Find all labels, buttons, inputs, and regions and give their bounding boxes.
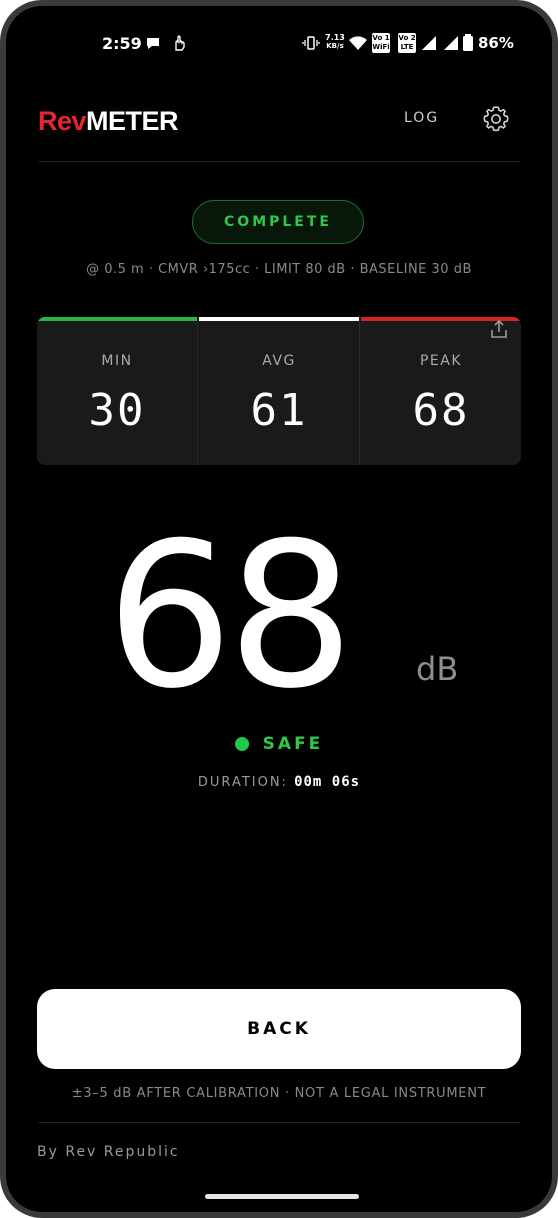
chat-bubble-icon [147,38,159,49]
volte1-top: Vo 1 [372,34,390,42]
battery-icon [463,34,473,51]
vibrate-icon [302,36,320,50]
duration-value: 00m 06s [294,774,361,790]
volte1-bottom: WiFi [372,43,390,51]
log-button[interactable]: LOG [404,110,439,126]
stat-avg-bar [199,317,359,321]
footer-divider [38,1122,520,1123]
current-level-unit: dB [416,650,459,688]
app-logo: RevMETER [38,106,179,137]
disclaimer-text: ±3–5 dB AFTER CALIBRATION · NOT A LEGAL … [71,1086,487,1101]
stats-panel: MIN 30 AVG 61 PEAK 68 [37,317,521,465]
status-dot-icon [234,737,249,751]
stat-min-label: MIN [101,353,133,369]
gear-icon[interactable] [482,105,510,133]
stat-peak-label: PEAK [419,353,463,369]
measurement-params: @ 0.5 m · CMVR ›175cc · LIMIT 80 dB · BA… [86,262,472,277]
credit-text: By Rev Republic [37,1144,180,1160]
status-bar: 2:59 7.13 KB/s Vo 1 WiFi Vo 2 LTE 86% [6,6,552,82]
stat-peak-value: 68 [412,385,470,436]
volte2-top: Vo 2 [398,34,416,42]
header-divider [38,161,520,162]
stat-avg-value: 61 [250,385,308,436]
current-level-value: 68 [106,500,355,733]
back-button[interactable]: BACK [37,989,521,1069]
gesture-hand-icon [175,35,185,51]
logo-meter: METER [86,106,179,136]
volte1-badge: Vo 1 WiFi [372,33,390,53]
duration: DURATION: 00m 06s [6,774,552,790]
stat-separator [197,323,198,465]
app-screen: 2:59 7.13 KB/s Vo 1 WiFi Vo 2 LTE 86% Re… [6,6,552,1212]
safety-status-label: SAFE [262,734,324,754]
safety-status: SAFE [6,734,552,754]
battery-percent: 86% [478,34,514,52]
signal-icon [422,36,436,50]
stat-avg-label: AVG [262,353,296,369]
stat-separator [359,323,360,465]
stat-min-bar [37,317,197,321]
net-speed-value: 7.13 [325,33,345,42]
home-indicator[interactable] [205,1194,359,1199]
logo-rev: Rev [38,106,87,136]
signal-2-icon [444,36,458,50]
wifi-icon [349,36,367,50]
duration-label: DURATION: [197,775,288,790]
net-speed-unit: KB/s [326,42,344,50]
volte2-bottom: LTE [400,43,414,51]
stat-min-value: 30 [88,385,146,436]
status-time: 2:59 [102,34,142,53]
stat-avg: AVG 61 [199,317,359,465]
stat-min: MIN 30 [37,317,197,465]
volte2-badge: Vo 2 LTE [398,33,416,53]
device-frame: 2:59 7.13 KB/s Vo 1 WiFi Vo 2 LTE 86% Re… [0,0,558,1218]
share-icon[interactable] [488,318,510,340]
session-status-badge: COMPLETE [192,200,364,244]
